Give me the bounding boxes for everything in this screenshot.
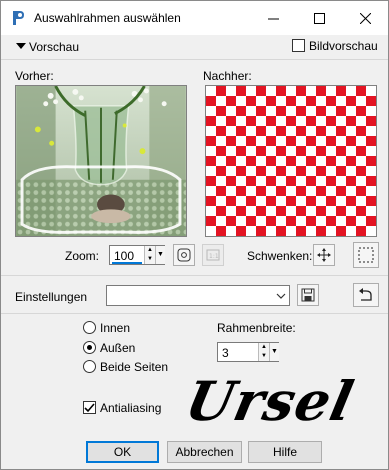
zoom-spinbox[interactable]: 100 ▲ ▼ ▼ [109,245,165,265]
preview-toggle-label: Vorschau [29,40,80,54]
selection-preview-button[interactable] [353,242,379,268]
checkmark-icon [84,403,95,413]
after-preview-image [205,85,377,237]
settings-dropdown-arrow[interactable] [273,286,289,305]
image-preview-label: Bildvorschau [309,39,378,53]
zoom-dropdown-arrow[interactable]: ▼ [155,246,165,264]
ok-button-label: OK [113,445,132,459]
reset-icon [359,288,372,301]
title-bar: Auswahlrahmen auswählen [1,1,388,35]
radio-inner-label: Innen [100,321,131,335]
save-icon [301,288,315,302]
maximize-icon [313,12,325,24]
zoom-fit-icon [177,248,191,262]
frame-width-label: Rahmenbreite: [217,321,296,335]
move-icon [317,248,331,262]
radio-outer-label: Außen [100,341,136,355]
radio-both-label: Beide Seiten [100,360,169,374]
reset-settings-button[interactable] [353,283,379,307]
zoom-actual-size-button[interactable]: 1:1 [202,244,224,266]
signature-watermark: Ursel [180,369,360,433]
radio-outer[interactable] [83,341,96,354]
cancel-button[interactable]: Abbrechen [167,441,242,463]
radio-outer-dot [87,345,92,350]
zoom-label: Zoom: [65,249,100,263]
marquee-icon [358,247,374,263]
save-settings-button[interactable] [297,284,319,306]
frame-width-spinbox[interactable]: 3 ▲ ▼ ▼ [217,342,279,362]
frame-width-dropdown-arrow[interactable]: ▼ [269,343,279,361]
actual-size-icon: 1:1 [206,249,220,261]
antialias-checkbox[interactable] [83,401,96,414]
help-button[interactable]: Hilfe [248,441,322,463]
settings-label: Einstellungen [15,290,88,304]
chevron-down-icon [276,293,286,299]
middle-divider [1,275,388,276]
help-button-label: Hilfe [272,445,297,459]
cancel-button-label: Abbrechen [175,445,234,459]
pan-label: Schwenken: [247,249,313,263]
svg-text:1:1: 1:1 [209,253,219,260]
close-button[interactable] [342,1,388,35]
frame-width-stepper[interactable]: ▲ ▼ [258,343,269,361]
settings-combo[interactable] [106,285,290,306]
before-label: Vorher: [15,69,54,83]
zoom-value: 100 [114,249,135,263]
antialias-label: Antialiasing [100,401,162,415]
before-preview-image [15,85,187,237]
app-icon [13,11,24,25]
minimize-icon [267,18,279,19]
ok-button[interactable]: OK [86,441,159,463]
settings-divider [1,313,388,314]
minimize-button[interactable] [250,1,296,35]
dialog-window: Auswahlrahmen auswählen Vorschau Bildvor… [0,0,389,470]
triangle-down-icon [16,43,26,49]
maximize-button[interactable] [296,1,342,35]
radio-both[interactable] [83,360,96,373]
frame-width-value: 3 [222,346,229,360]
zoom-stepper[interactable]: ▲ ▼ [144,246,155,264]
preview-toggle[interactable]: Vorschau [15,39,105,55]
image-preview-checkbox[interactable] [292,39,305,52]
window-title: Auswahlrahmen auswählen [34,11,181,25]
pan-button[interactable] [313,244,335,266]
radio-inner[interactable] [83,321,96,334]
after-label: Nachher: [203,69,252,83]
zoom-underline [112,262,142,264]
close-icon [359,12,371,24]
top-divider [1,59,388,60]
zoom-fit-button[interactable] [173,244,195,266]
